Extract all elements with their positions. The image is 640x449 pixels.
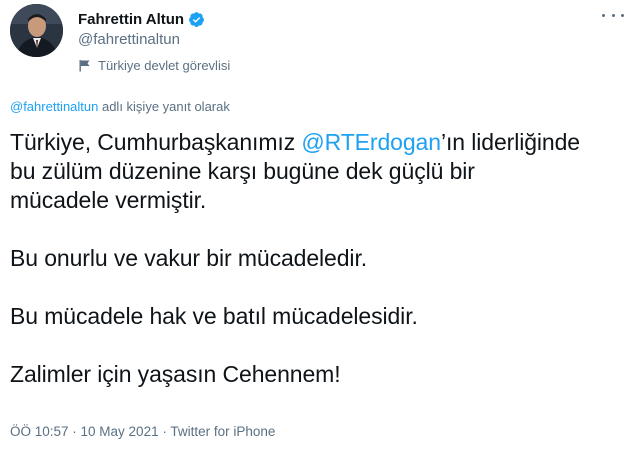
more-icon[interactable] bbox=[602, 8, 624, 22]
tweet-paragraph-3: Bu mücadele hak ve batıl mücadelesidir. bbox=[10, 303, 418, 329]
tweet-timestamp[interactable]: ÖÖ 10:57 · 10 May 2021 · Twitter for iPh… bbox=[10, 424, 275, 439]
author-display-name[interactable]: Fahrettin Altun bbox=[78, 11, 184, 28]
tweet-text-segment: Türkiye, Cumhurbaşkanımız bbox=[10, 129, 302, 155]
verified-badge-icon bbox=[188, 11, 205, 28]
flag-icon bbox=[78, 59, 91, 72]
tweet-text: Türkiye, Cumhurbaşkanımız @RTErdogan’ın … bbox=[10, 128, 635, 389]
mention-link[interactable]: @RTErdogan bbox=[301, 129, 441, 155]
tweet-line-1: Türkiye, Cumhurbaşkanımız @RTErdogan’ın … bbox=[10, 128, 635, 157]
account-label-text: Türkiye devlet görevlisi bbox=[98, 58, 231, 73]
tweet-line-3: mücadele vermiştir. bbox=[10, 187, 207, 213]
account-label: Türkiye devlet görevlisi bbox=[78, 58, 230, 73]
tweet-card: Fahrettin Altun @fahrettinaltun Türkiye … bbox=[0, 0, 640, 449]
tweet-text-segment: ’ın liderliğinde bbox=[440, 129, 580, 155]
tweet-paragraph-4: Zalimler için yaşasın Cehennem! bbox=[10, 361, 341, 387]
reply-suffix: adlı kişiye yanıt olarak bbox=[98, 99, 230, 114]
reply-handle-link[interactable]: @fahrettinaltun bbox=[10, 99, 98, 114]
author-block: Fahrettin Altun @fahrettinaltun Türkiye … bbox=[78, 9, 230, 74]
avatar[interactable] bbox=[10, 4, 63, 57]
author-handle[interactable]: @fahrettinaltun bbox=[78, 31, 230, 50]
tweet-paragraph-2: Bu onurlu ve vakur bir mücadeledir. bbox=[10, 245, 368, 271]
tweet-line-2: bu zülüm düzenine karşı bugüne dek güçlü… bbox=[10, 158, 475, 184]
reply-context: @fahrettinaltun adlı kişiye yanıt olarak bbox=[10, 99, 230, 114]
